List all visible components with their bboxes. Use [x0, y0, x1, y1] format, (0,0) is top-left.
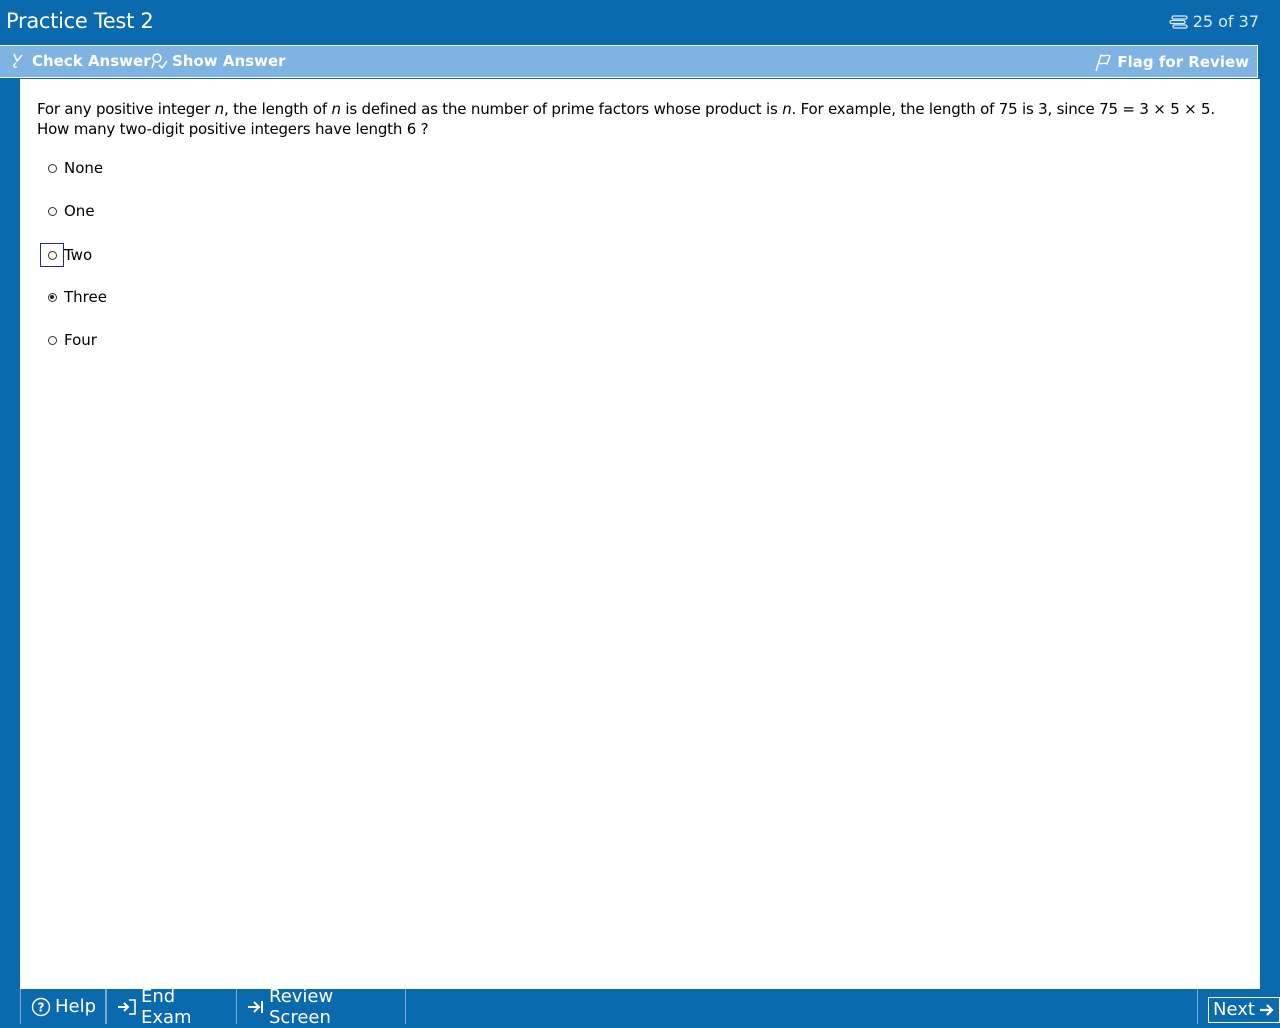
next-box: Next	[1208, 996, 1280, 1023]
question-text: For any positive integer n, the length o…	[37, 99, 1247, 139]
arrow-right-icon	[1259, 1003, 1275, 1017]
question-counter: 25 of 37	[1169, 12, 1259, 31]
help-button[interactable]: ? Help	[20, 989, 106, 1024]
svg-text:?: ?	[38, 1000, 45, 1014]
check-answer-label: Check Answer	[32, 52, 151, 70]
radio-button[interactable]	[40, 243, 64, 267]
radio-button[interactable]	[40, 328, 64, 352]
question-part: is defined as the number of prime factor…	[340, 100, 783, 118]
question-part: , the length of	[223, 100, 332, 118]
counter-text: 25 of 37	[1192, 12, 1259, 31]
stack-icon	[1169, 14, 1189, 29]
variable-n: n	[214, 100, 225, 118]
choice-label: Four	[64, 331, 97, 349]
choice-label: Three	[64, 288, 107, 306]
exit-icon	[117, 998, 137, 1016]
variable-n: n	[331, 100, 341, 118]
variable-n: n	[782, 100, 792, 118]
choice-two[interactable]: Two	[40, 243, 92, 267]
show-answer-icon	[150, 52, 168, 70]
flag-icon	[1093, 52, 1113, 72]
help-label: Help	[55, 996, 97, 1017]
show-answer-label: Show Answer	[172, 52, 286, 70]
choice-label: Two	[64, 246, 93, 264]
review-screen-label: Review Screen	[269, 985, 334, 1028]
review-icon	[247, 998, 265, 1016]
toolbar: Check Answer Show Answer Flag for Review	[0, 45, 1258, 78]
choice-label: One	[64, 202, 95, 220]
show-answer-button[interactable]: Show Answer	[150, 52, 286, 70]
bottom-bar: ? Help End Exam Review Screen Next	[20, 986, 1280, 1028]
question-panel: For any positive integer n, the length o…	[20, 79, 1260, 989]
end-exam-label: End Exam	[141, 985, 192, 1028]
next-button[interactable]: Next	[1197, 989, 1280, 1024]
question-part: For any positive integer	[37, 100, 215, 118]
help-circle-icon: ?	[31, 997, 51, 1017]
choice-label: None	[64, 159, 104, 177]
radio-button[interactable]	[40, 156, 64, 180]
page-title: Practice Test 2	[6, 9, 154, 33]
choice-none[interactable]: None	[40, 156, 103, 180]
flag-for-review-label: Flag for Review	[1117, 53, 1249, 71]
choice-one[interactable]: One	[40, 199, 95, 223]
check-pen-icon	[10, 52, 28, 70]
radio-button[interactable]	[40, 285, 64, 309]
radio-button[interactable]	[40, 199, 64, 223]
check-answer-button[interactable]: Check Answer	[10, 52, 151, 70]
choice-four[interactable]: Four	[40, 328, 97, 352]
next-label: Next	[1213, 999, 1255, 1020]
flag-for-review-button[interactable]: Flag for Review	[1093, 52, 1249, 72]
title-bar: Practice Test 2 25 of 37	[0, 0, 1280, 45]
review-screen-button[interactable]: Review Screen	[236, 986, 406, 1028]
choice-three[interactable]: Three	[40, 285, 107, 309]
end-exam-button[interactable]: End Exam	[106, 986, 237, 1028]
